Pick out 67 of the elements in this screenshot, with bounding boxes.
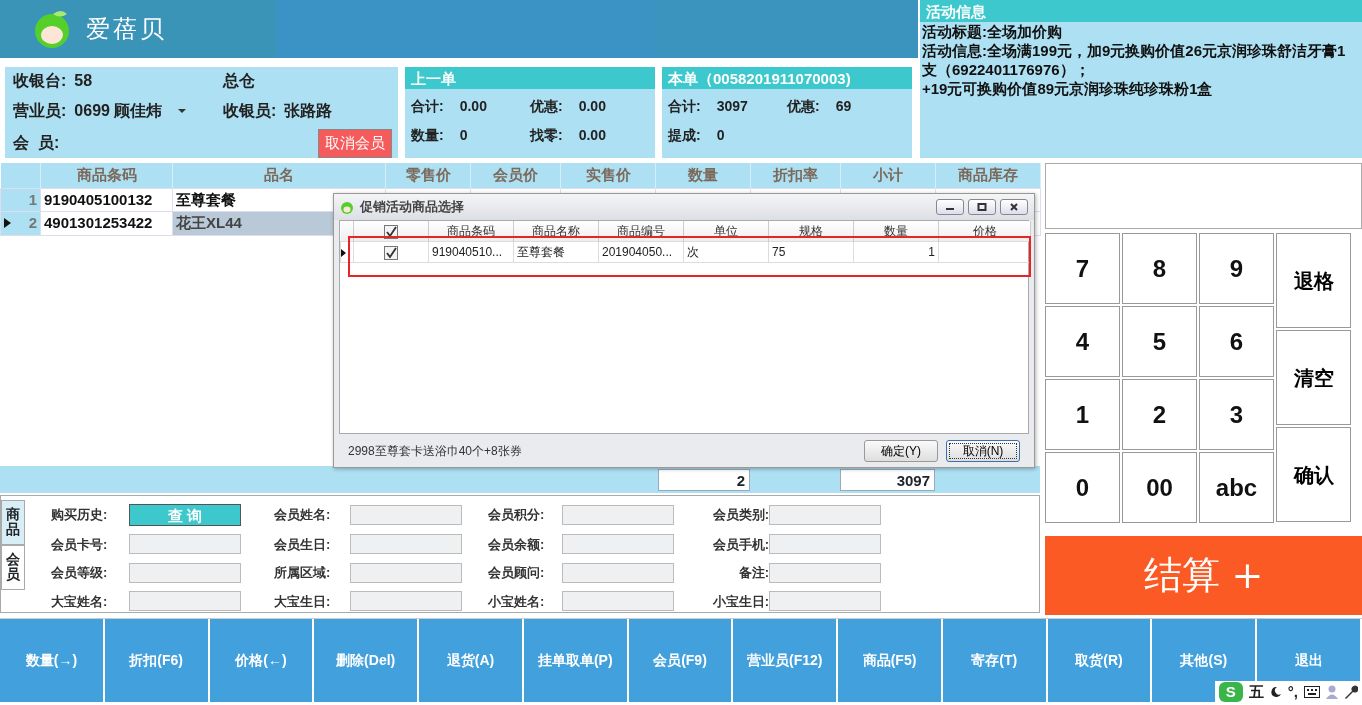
table-cell: 4901301253422 bbox=[40, 211, 173, 235]
field-label: 小宝生日: bbox=[711, 592, 769, 611]
table-cell: 201904050... bbox=[602, 245, 673, 259]
table-cell: 次 bbox=[687, 245, 699, 259]
field-label: 会员余额: bbox=[488, 535, 546, 554]
promotion-description: 2998至尊套卡送浴巾40个+8张券 bbox=[348, 442, 523, 460]
field-label: 会员姓名: bbox=[274, 506, 332, 524]
field-value: 58 bbox=[74, 71, 93, 91]
field-label: 优惠: bbox=[530, 97, 563, 116]
field-value: 张路路 bbox=[284, 101, 333, 121]
panel-heading: 活动信息 bbox=[920, 0, 1362, 22]
table-cell: 75 bbox=[772, 245, 786, 259]
field-label: 合计: bbox=[668, 97, 701, 116]
field-label: 合计: bbox=[411, 97, 444, 116]
field-label: 找零: bbox=[530, 126, 563, 145]
field-label: 营业员: bbox=[13, 101, 67, 121]
field-label: 会员顾问: bbox=[488, 564, 546, 582]
table-cell: 1 bbox=[928, 245, 935, 259]
activity-text: 活动标题:全场加价购 bbox=[921, 22, 1063, 41]
total-cell: 3097 bbox=[840, 468, 935, 491]
field-value: 3097 bbox=[716, 97, 748, 116]
field-value: 0.00 bbox=[578, 97, 606, 116]
activity-text: +19元可换购价值89元京润珍珠纯珍珠粉1盒 bbox=[921, 79, 1214, 98]
field-value: 0 bbox=[459, 126, 468, 145]
field-label: 大宝姓名: bbox=[51, 592, 109, 611]
column-header: 品名 bbox=[172, 163, 386, 188]
panel-heading: 上一单 bbox=[405, 67, 655, 89]
column-header: 数量 bbox=[655, 163, 751, 188]
column-header: 小计 bbox=[840, 163, 936, 188]
table-cell: 919040510... bbox=[432, 245, 503, 259]
field-value: 69 bbox=[835, 97, 852, 116]
app-title: 爱蓓贝 bbox=[86, 14, 167, 45]
warehouse-label: 总仓 bbox=[223, 72, 255, 89]
row-number-text: 2 bbox=[28, 213, 37, 233]
table-cell: 9190405100132 bbox=[40, 188, 173, 212]
column-header: 零售价 bbox=[385, 163, 471, 188]
field-label: 会员卡号: bbox=[51, 535, 109, 554]
field-label: 会员类别: bbox=[711, 506, 769, 524]
field-label: 备注: bbox=[737, 564, 769, 582]
activity-text: 活动信息:全场满199元，加9元换购价值26元京润珍珠舒洁牙膏1支（6922401176976）； bbox=[921, 41, 1347, 79]
field-label: 提成: bbox=[668, 126, 701, 145]
column-header: 商品库存 bbox=[935, 163, 1041, 188]
field-label: 收银台: bbox=[13, 71, 67, 91]
field-label: 会员手机: bbox=[711, 535, 769, 554]
field-label: 优惠: bbox=[787, 97, 820, 116]
field-label: 所属区域: bbox=[274, 564, 332, 582]
column-header: 会员价 bbox=[470, 163, 561, 188]
column-header: 商品条码 bbox=[40, 163, 173, 188]
field-value: 0 bbox=[716, 126, 725, 145]
total-cell: 2 bbox=[658, 468, 750, 491]
field-value: 0.00 bbox=[459, 97, 487, 116]
field-label: 小宝姓名: bbox=[488, 592, 546, 611]
column-header: 实售价 bbox=[560, 163, 656, 188]
field-value: 0.00 bbox=[578, 126, 606, 145]
field-value: 0699 顾佳炜 bbox=[74, 101, 163, 121]
panel-heading: 本单（0058201911070003) bbox=[662, 67, 912, 89]
field-label: 收银员: bbox=[223, 101, 277, 121]
table-cell: 至尊套餐 bbox=[517, 245, 565, 259]
field-label: 会员生日: bbox=[274, 535, 332, 554]
field-label: 会 员: bbox=[13, 134, 60, 152]
field-label: 会员积分: bbox=[488, 506, 546, 524]
field-label: 数量: bbox=[411, 126, 444, 145]
column-header: 折扣率 bbox=[750, 163, 841, 188]
row-number-text: 1 bbox=[28, 189, 37, 210]
field-label: 购买历史: bbox=[51, 506, 109, 524]
field-label: 大宝生日: bbox=[274, 592, 332, 611]
field-label: 会员等级: bbox=[51, 564, 109, 582]
